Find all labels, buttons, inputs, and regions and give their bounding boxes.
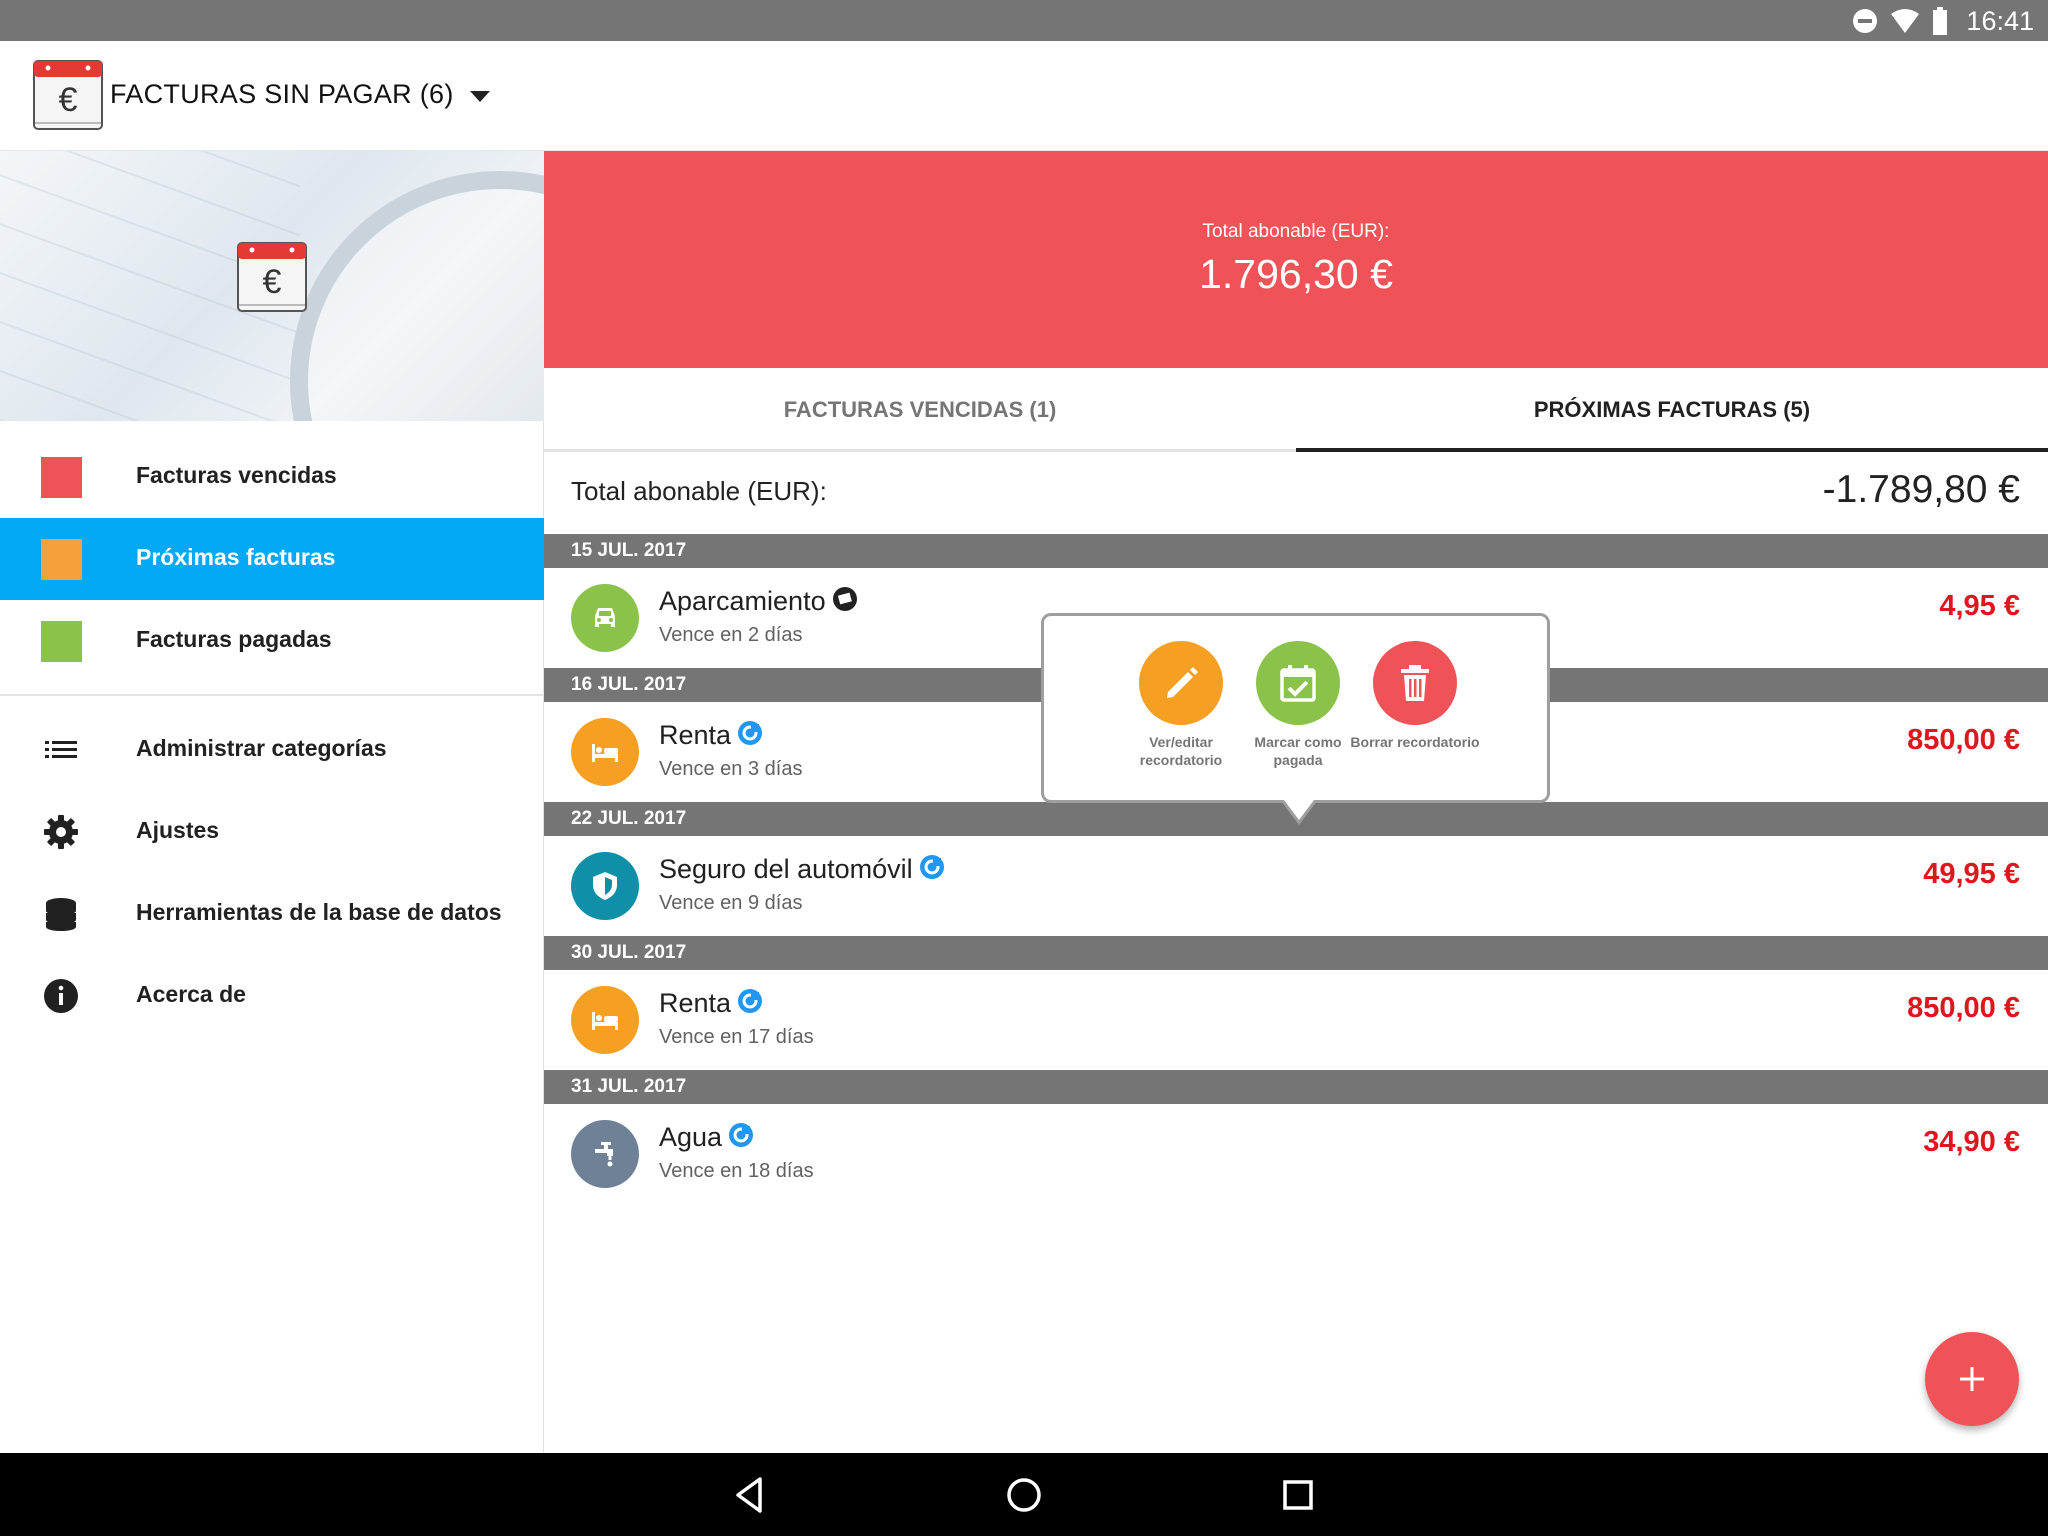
popup-tail-inner: [1284, 800, 1314, 820]
total-label: Total abonable (EUR):: [571, 476, 827, 506]
faucet-icon: [571, 1120, 639, 1188]
hero-total-label: Total abonable (EUR):: [1202, 221, 1390, 242]
database-icon: [46, 898, 76, 931]
bed-icon: [571, 986, 639, 1054]
home-icon[interactable]: [1002, 1473, 1046, 1517]
bill-due: Vence en 2 días: [659, 624, 803, 646]
bill-row[interactable]: Agua Vence en 18 días 34,90 €: [544, 1104, 2048, 1204]
app-logo-icon: €: [33, 60, 103, 130]
bill-due: Vence en 3 días: [659, 758, 803, 780]
drawer-item-label: Facturas vencidas: [136, 462, 337, 488]
battery-icon: [1932, 7, 1948, 39]
bill-row[interactable]: Seguro del automóvil Vence en 9 días 49,…: [544, 836, 2048, 936]
shield-icon: [571, 852, 639, 920]
plus-icon: [1960, 1367, 1984, 1391]
bill-amount: 4,95 €: [1939, 590, 2020, 622]
drawer-item-label: Facturas pagadas: [136, 626, 332, 652]
delete-reminder-action[interactable]: Borrar recordatorio: [1340, 641, 1490, 751]
navigation-drawer: € Facturas vencidas Próximas facturas Fa…: [0, 151, 544, 1453]
gear-icon: [44, 815, 78, 849]
bill-name: Renta: [659, 720, 763, 753]
calendar-check-icon: [1256, 641, 1340, 725]
date-header: 15 JUL. 2017: [544, 534, 2048, 568]
bill-due: Vence en 17 días: [659, 1026, 814, 1048]
bill-row[interactable]: Renta Vence en 17 días 850,00 €: [544, 970, 2048, 1070]
green-category-swatch: [41, 621, 82, 662]
bill-actions-popup: Ver/editar recordatorio Marcar como paga…: [1041, 613, 1550, 803]
red-category-swatch: [41, 457, 82, 498]
status-icons: [1852, 7, 1948, 39]
total-row: Total abonable (EUR): -1.789,80 €: [544, 452, 2048, 534]
clock-background-image: [290, 171, 544, 421]
bill-amount: 850,00 €: [1907, 992, 2020, 1024]
app-bar: € FACTURAS SIN PAGAR (6): [0, 41, 2048, 151]
info-icon: [44, 979, 78, 1013]
drawer-item-label: Acerca de: [136, 981, 246, 1007]
total-summary-banner: Total abonable (EUR): 1.796,30 €: [544, 151, 2048, 368]
drawer-item-administrar-categorias[interactable]: Administrar categorías: [0, 709, 544, 791]
svg-text:€: €: [59, 81, 78, 119]
attachment-badge-icon: [832, 586, 858, 619]
status-bar: 16:41: [0, 0, 2048, 41]
recurring-icon: [919, 854, 945, 887]
date-header: 31 JUL. 2017: [544, 1070, 2048, 1104]
hero-total-amount: 1.796,30 €: [1199, 251, 1393, 297]
bill-name: Agua: [659, 1122, 754, 1155]
back-icon[interactable]: [728, 1473, 772, 1517]
drawer-item-label: Herramientas de la base de datos: [136, 899, 502, 925]
trash-icon: [1373, 641, 1457, 725]
bill-name: Seguro del automóvil: [659, 854, 945, 887]
drawer-header: €: [0, 151, 544, 421]
action-label: Borrar recordatorio: [1350, 734, 1480, 750]
wifi-icon: [1890, 8, 1920, 38]
drawer-item-facturas-vencidas[interactable]: Facturas vencidas: [0, 436, 544, 518]
chevron-down-icon[interactable]: [470, 91, 490, 102]
svg-text:€: €: [263, 263, 282, 301]
bill-amount: 34,90 €: [1923, 1126, 2020, 1158]
app-logo-icon: €: [237, 242, 307, 312]
car-icon: [571, 584, 639, 652]
drawer-divider: [0, 694, 544, 696]
total-value: -1.789,80 €: [1822, 468, 2020, 511]
tab-facturas-vencidas[interactable]: FACTURAS VENCIDAS (1): [544, 368, 1296, 452]
app-title[interactable]: FACTURAS SIN PAGAR (6): [110, 79, 454, 110]
bill-name: Aparcamiento: [659, 586, 858, 619]
system-navigation-bar: [0, 1453, 2048, 1536]
recurring-icon: [737, 988, 763, 1021]
bill-amount: 49,95 €: [1923, 858, 2020, 890]
drawer-item-proximas-facturas[interactable]: Próximas facturas: [0, 518, 544, 600]
drawer-item-ajustes[interactable]: Ajustes: [0, 791, 544, 873]
orange-category-swatch: [41, 539, 82, 580]
drawer-item-label: Ajustes: [136, 817, 220, 843]
date-header: 30 JUL. 2017: [544, 936, 2048, 970]
tab-proximas-facturas[interactable]: PRÓXIMAS FACTURAS (5): [1296, 368, 2048, 452]
recurring-icon: [728, 1122, 754, 1155]
recurring-icon: [737, 720, 763, 753]
recents-icon[interactable]: [1276, 1473, 1320, 1517]
drawer-item-label: Administrar categorías: [136, 735, 387, 761]
bill-due: Vence en 9 días: [659, 892, 803, 914]
bed-icon: [571, 718, 639, 786]
do-not-disturb-icon: [1852, 8, 1878, 38]
pencil-icon: [1139, 641, 1223, 725]
tab-bar: FACTURAS VENCIDAS (1) PRÓXIMAS FACTURAS …: [544, 368, 2048, 452]
drawer-item-label: Próximas facturas: [136, 544, 336, 570]
clock-time: 16:41: [1966, 6, 2034, 36]
drawer-item-herramientas-base-datos[interactable]: Herramientas de la base de datos: [0, 873, 544, 955]
bill-due: Vence en 18 días: [659, 1160, 814, 1182]
drawer-item-facturas-pagadas[interactable]: Facturas pagadas: [0, 600, 544, 682]
drawer-item-acerca-de[interactable]: Acerca de: [0, 955, 544, 1037]
list-icon: [45, 741, 77, 758]
add-bill-button[interactable]: [1925, 1332, 2019, 1426]
bill-amount: 850,00 €: [1907, 724, 2020, 756]
bill-name: Renta: [659, 988, 763, 1021]
